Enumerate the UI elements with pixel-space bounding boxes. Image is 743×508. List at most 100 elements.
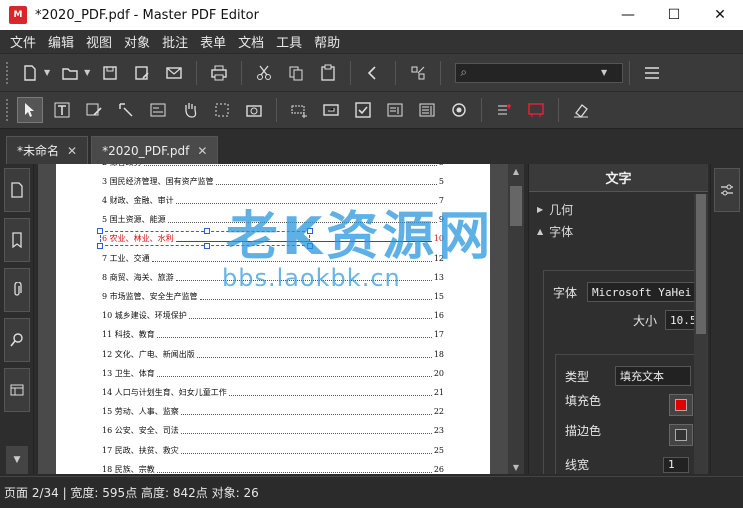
new-document-icon[interactable]	[17, 60, 43, 86]
toc-line[interactable]: 11 科技、教育 17	[102, 329, 444, 341]
resize-handle[interactable]	[97, 227, 103, 234]
hand-pan-icon[interactable]	[177, 97, 203, 123]
properties-scroll-thumb[interactable]	[696, 194, 706, 334]
toc-line[interactable]: 15 劳动、人事、监察 22	[102, 406, 444, 418]
fill-color-swatch[interactable]	[669, 394, 693, 416]
select-arrow-icon[interactable]	[17, 97, 43, 123]
open-dropdown-icon[interactable]: ▼	[84, 68, 90, 77]
sidebar-scroll-down-icon[interactable]: ▼	[6, 446, 28, 474]
toc-line[interactable]: 18 民族、宗教 26	[102, 463, 444, 474]
text-form-icon[interactable]	[145, 97, 171, 123]
menu-help[interactable]: 帮助	[308, 32, 346, 51]
edit-text-icon[interactable]	[49, 97, 75, 123]
toc-line[interactable]: 17 民政、扶贫、救灾 25	[102, 444, 444, 456]
menu-object[interactable]: 对象	[118, 32, 156, 51]
tab-close-icon[interactable]: ✕	[67, 144, 77, 158]
copy-icon[interactable]	[283, 60, 309, 86]
section-font[interactable]: ▲ 字体	[529, 220, 708, 242]
toc-line[interactable]: 14 人口与计划生育、妇女儿童工作 21	[102, 386, 444, 398]
close-button[interactable]: ✕	[697, 0, 743, 30]
scroll-down-icon[interactable]: ▼	[508, 460, 524, 474]
combo-box-icon[interactable]	[382, 97, 408, 123]
snapshot-camera-icon[interactable]	[241, 97, 267, 123]
pdf-page[interactable]: 2 综合政务 5 3 国民经济管理、国有资产监管 5 4 财政、金融、审计 7 5 国土资源…	[56, 164, 490, 474]
properties-scrollbar[interactable]	[694, 194, 708, 474]
crop-icon[interactable]	[405, 60, 431, 86]
toc-page-number: 18	[433, 349, 444, 359]
minimize-button[interactable]: —	[605, 0, 651, 30]
menu-tools[interactable]: 工具	[270, 32, 308, 51]
toc-line[interactable]: 13 卫生、体育 20	[102, 367, 444, 379]
checkbox-icon[interactable]	[350, 97, 376, 123]
toc-line[interactable]: 4 财政、金融、审计 7	[102, 194, 444, 206]
insert-button-icon[interactable]	[318, 97, 344, 123]
toolbar-grip[interactable]	[6, 61, 10, 84]
toc-line[interactable]: 10 城乡建设、环境保护 16	[102, 310, 444, 322]
bookmarks-icon[interactable]	[4, 218, 30, 262]
menu-forms[interactable]: 表单	[194, 32, 232, 51]
cut-icon[interactable]	[251, 60, 277, 86]
section-geometry[interactable]: ▶ 几何	[529, 198, 708, 220]
back-icon[interactable]	[360, 60, 386, 86]
radio-button-icon[interactable]	[446, 97, 472, 123]
resize-handle[interactable]	[307, 227, 313, 234]
save-icon[interactable]	[97, 60, 123, 86]
edit-forms-icon[interactable]	[113, 97, 139, 123]
layers-panel-icon[interactable]	[4, 368, 30, 412]
stroke-color-swatch[interactable]	[669, 424, 693, 446]
marquee-select-icon[interactable]	[209, 97, 235, 123]
paste-icon[interactable]	[315, 60, 341, 86]
menu-comment[interactable]: 批注	[156, 32, 194, 51]
pages-panel-icon[interactable]	[4, 168, 30, 212]
resize-handle[interactable]	[204, 242, 210, 249]
resize-handle[interactable]	[97, 242, 103, 249]
tab-2020-pdf[interactable]: *2020_PDF.pdf ✕	[91, 136, 219, 164]
linewidth-row: 线宽 1	[565, 456, 690, 473]
insert-text-red-icon[interactable]	[491, 97, 517, 123]
search-dropdown-icon[interactable]: ▼	[601, 68, 607, 77]
type-select[interactable]: 填充文本	[615, 366, 692, 386]
signature-field-icon[interactable]	[523, 97, 549, 123]
toolbar-grip[interactable]	[6, 99, 10, 121]
toc-line[interactable]: 7 工业、交通 12	[102, 252, 444, 264]
resize-handle[interactable]	[204, 227, 210, 234]
menu-view[interactable]: 视图	[80, 32, 118, 51]
insert-text-field-icon[interactable]	[286, 97, 312, 123]
open-folder-icon[interactable]	[57, 60, 83, 86]
toc-line[interactable]: 12 文化、广电、新闻出版 18	[102, 348, 444, 360]
document-vertical-scrollbar[interactable]: ▲ ▼	[508, 164, 524, 474]
menu-document[interactable]: 文档	[232, 32, 270, 51]
toc-line[interactable]: 2 综合政务 5	[102, 164, 444, 168]
toc-line[interactable]: 16 公安、安全、司法 23	[102, 425, 444, 437]
email-icon[interactable]	[161, 60, 187, 86]
search-input[interactable]	[471, 66, 602, 79]
eraser-icon[interactable]	[568, 97, 594, 123]
toc-line[interactable]: 9 市场监管、安全生产监管 15	[102, 290, 444, 302]
attachments-paperclip-icon[interactable]	[4, 268, 30, 312]
toc-line[interactable]: 5 国土资源、能源 9	[102, 214, 444, 226]
search-panel-icon[interactable]	[4, 318, 30, 362]
linewidth-field[interactable]: 1	[663, 456, 690, 473]
save-as-icon[interactable]	[129, 60, 155, 86]
properties-sliders-icon[interactable]	[714, 168, 740, 212]
toc-leader-dots	[167, 222, 437, 224]
tab-untitled[interactable]: *未命名 ✕	[6, 136, 89, 164]
scroll-up-icon[interactable]: ▲	[508, 164, 524, 178]
scroll-thumb[interactable]	[510, 186, 522, 226]
font-field[interactable]: Microsoft YaHei	[587, 282, 708, 302]
menu-file[interactable]: 文件	[4, 32, 42, 51]
toc-leader-dots	[196, 356, 432, 358]
maximize-button[interactable]: ☐	[651, 0, 697, 30]
toc-line[interactable]: 8 商贸、海关、旅游 13	[102, 271, 444, 283]
print-icon[interactable]	[206, 60, 232, 86]
hamburger-menu-icon[interactable]	[639, 60, 665, 86]
tab-close-icon[interactable]: ✕	[197, 144, 207, 158]
new-dropdown-icon[interactable]: ▼	[44, 68, 50, 77]
menu-edit[interactable]: 编辑	[42, 32, 80, 51]
toc-page-number: 9	[438, 215, 444, 225]
list-box-icon[interactable]	[414, 97, 440, 123]
document-view[interactable]: 2 综合政务 5 3 国民经济管理、国有资产监管 5 4 财政、金融、审计 7 5 国土资源…	[38, 164, 524, 474]
edit-objects-icon[interactable]	[81, 97, 107, 123]
resize-handle[interactable]	[307, 242, 313, 249]
toc-line[interactable]: 3 国民经济管理、国有资产监管 5	[102, 175, 444, 187]
